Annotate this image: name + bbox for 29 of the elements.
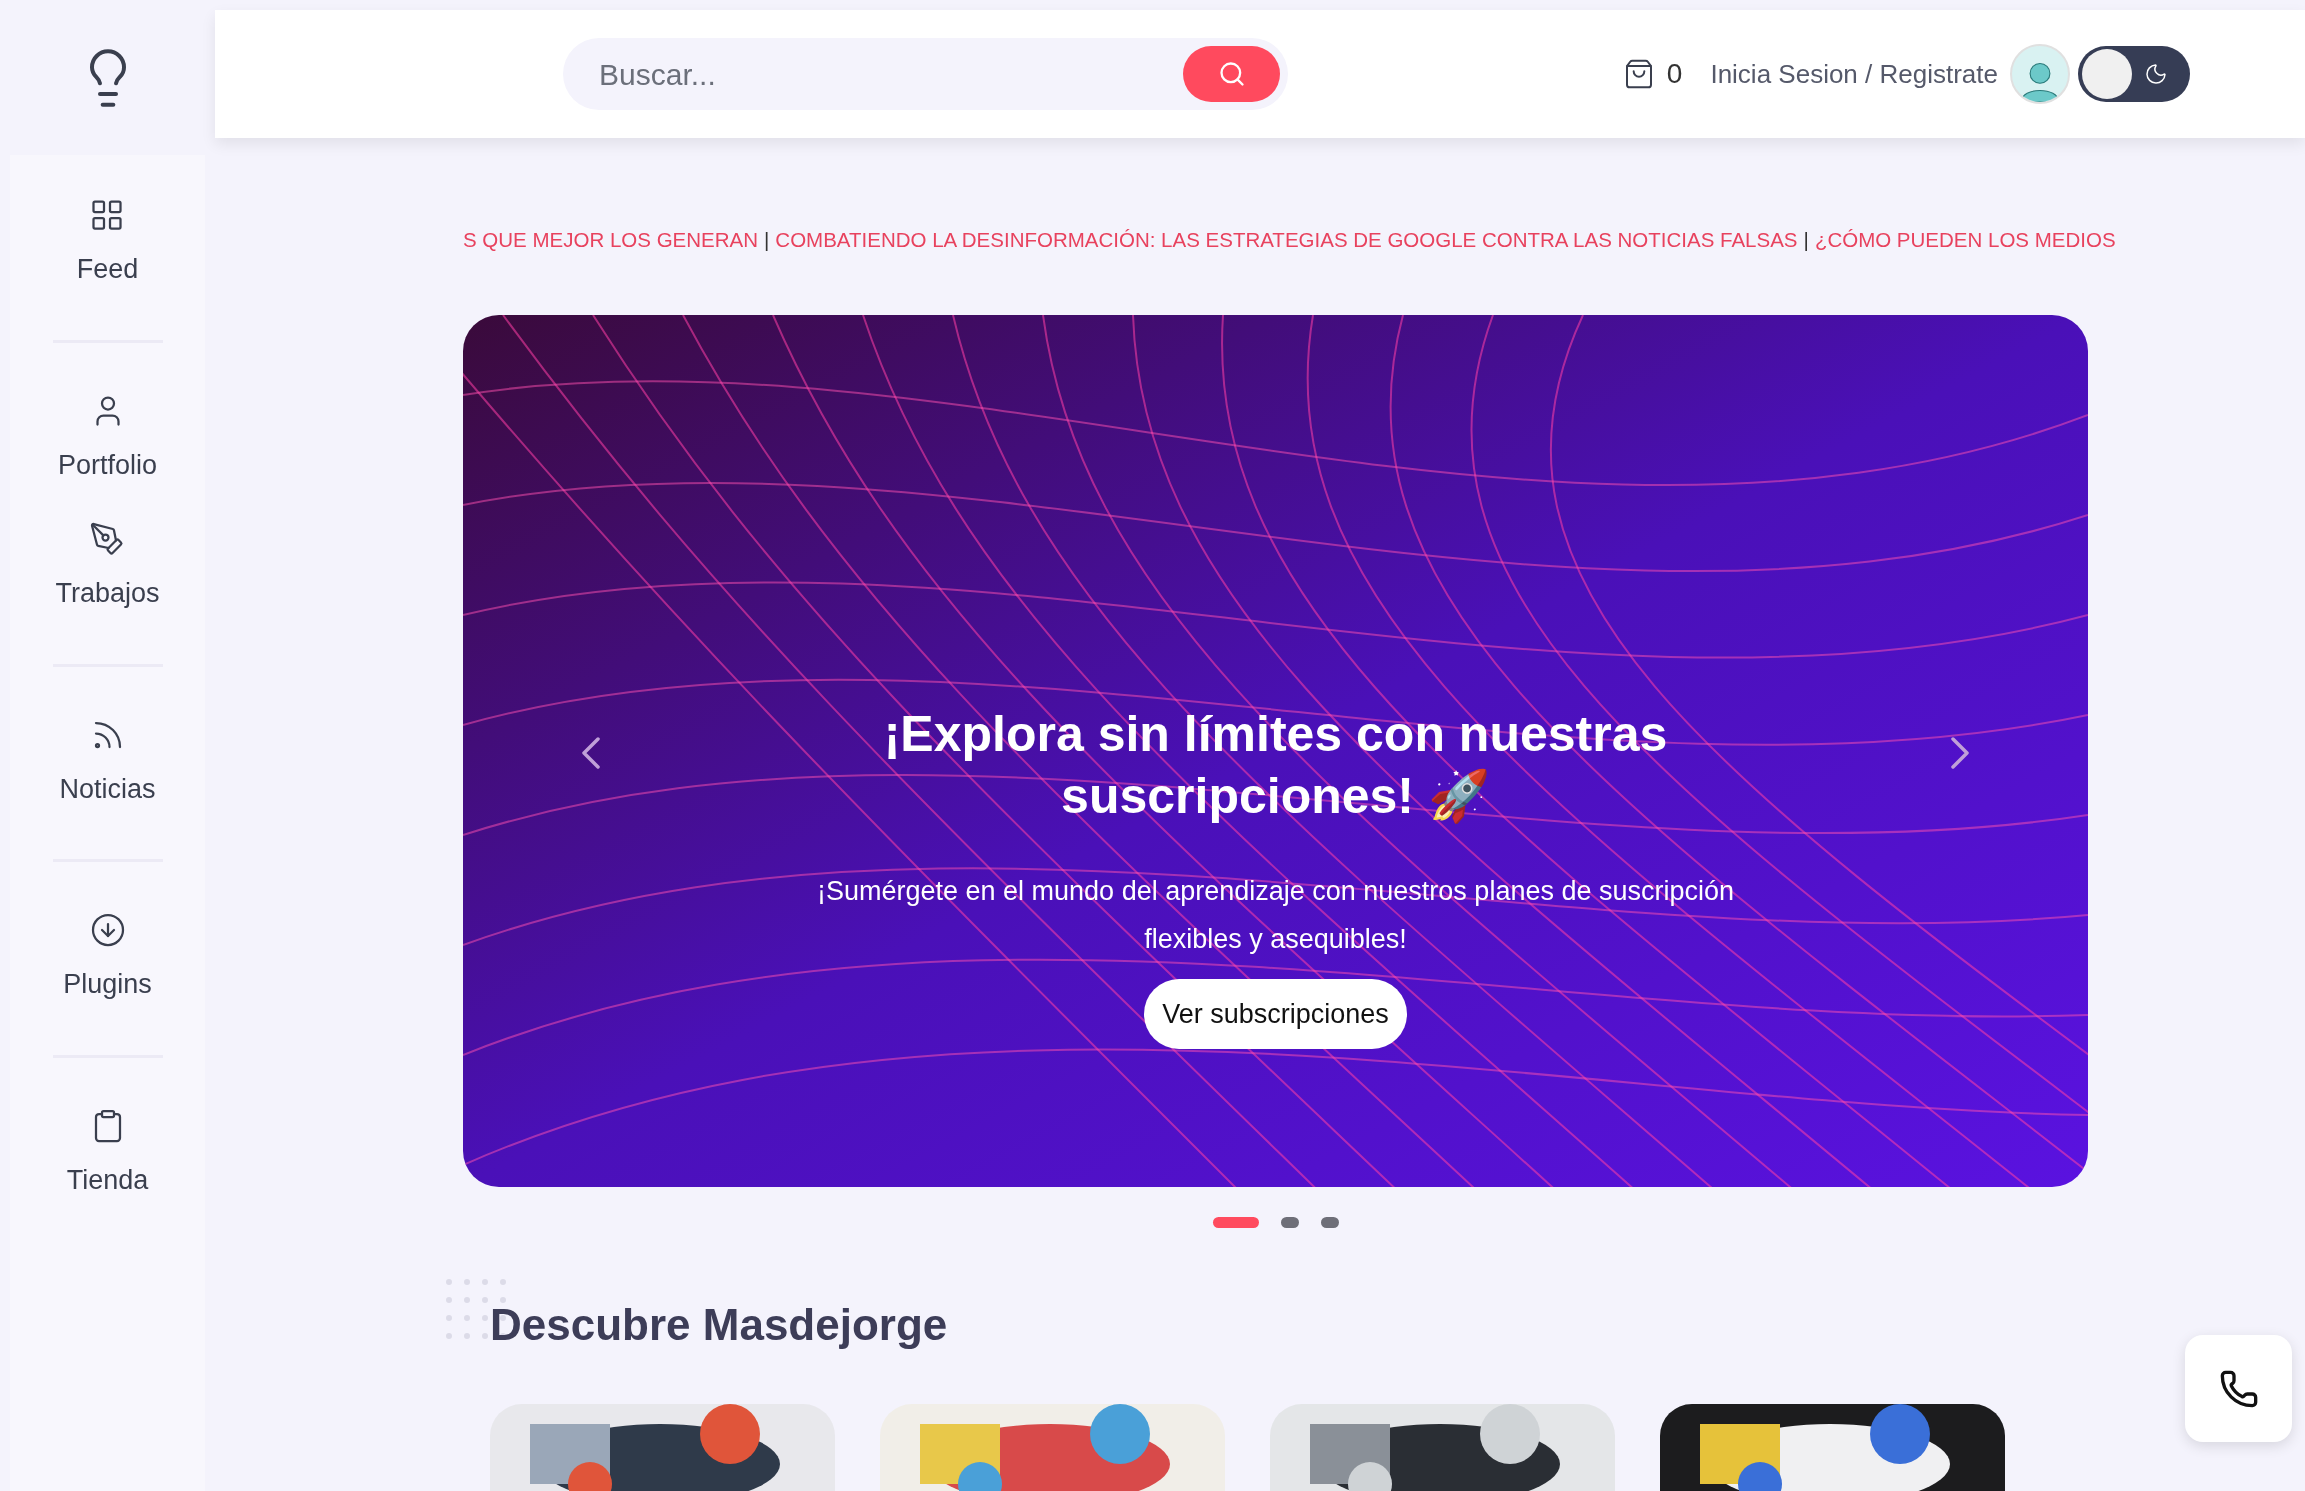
toggle-knob bbox=[2082, 49, 2132, 99]
avatar[interactable] bbox=[2010, 44, 2070, 104]
sidebar-item[interactable]: Noticias bbox=[59, 698, 156, 827]
banner-text: ¡Sumérgete en el mundo del aprendizaje con nuestros planes de suscripción flexibles y asequibles! bbox=[815, 875, 1736, 956]
news-ticker-link[interactable]: S QUE MEJOR LOS GENERAN bbox=[463, 224, 759, 256]
news-ticker-link[interactable]: COMBATIENDO LA DESINFORMACIÓN: LAS ESTRATEGIAS DE GOOGLE CONTRA LAS NOTICIAS FALSAS bbox=[775, 224, 1798, 256]
phone-icon bbox=[2218, 1368, 2259, 1409]
sidebar-item[interactable]: Feed bbox=[76, 179, 139, 308]
cart-count: 0 bbox=[1666, 57, 1683, 91]
sidebar-item[interactable]: Plugins bbox=[63, 894, 152, 1023]
pen-tool-icon bbox=[89, 521, 126, 557]
separator: | bbox=[764, 226, 770, 253]
banner-title: ¡Explora sin límites con nuestras suscripciones! 🚀 bbox=[882, 705, 1669, 826]
login-link[interactable]: Inicia Sesion / Registrate bbox=[1710, 54, 1998, 94]
news-ticker-link[interactable]: ¿CÓMO PUEDEN LOS MEDIOS bbox=[1814, 224, 2116, 256]
download-icon bbox=[89, 912, 126, 948]
search-field[interactable]: Buscar... bbox=[563, 38, 1288, 110]
separator: | bbox=[1803, 226, 1809, 253]
sidebar-item[interactable]: Portfolio bbox=[57, 374, 158, 503]
sidebar-item[interactable]: Trabajos bbox=[55, 503, 160, 632]
whatsapp-button[interactable] bbox=[2185, 1335, 2292, 1442]
dark-mode-toggle[interactable] bbox=[2078, 46, 2190, 102]
sidebar-item[interactable]: Tienda bbox=[66, 1089, 149, 1218]
search-input[interactable]: Buscar... bbox=[599, 51, 1183, 97]
subscriptions-button[interactable]: Ver subscripciones bbox=[1144, 979, 1407, 1049]
moon-icon bbox=[2144, 62, 2168, 86]
search-icon bbox=[1217, 60, 1246, 88]
section-title: Descubre Masdejorge bbox=[490, 1299, 949, 1351]
search-button[interactable] bbox=[1183, 46, 1280, 102]
